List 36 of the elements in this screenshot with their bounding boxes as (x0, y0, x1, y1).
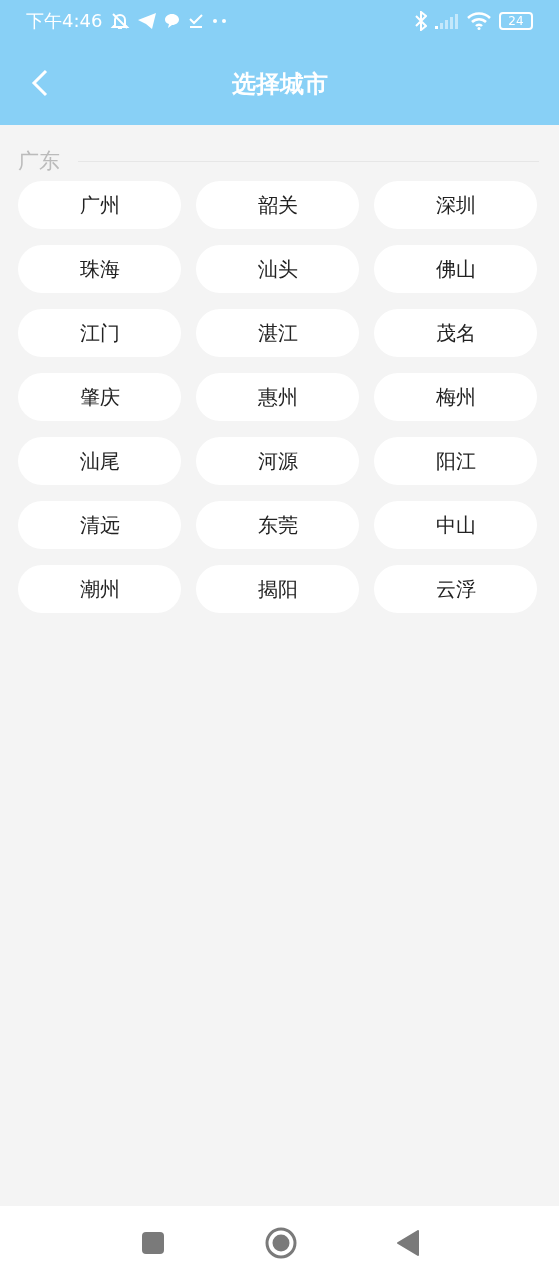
city-button[interactable]: 河源 (196, 437, 359, 485)
wifi-icon (467, 12, 491, 30)
city-button[interactable]: 惠州 (196, 373, 359, 421)
status-time: 下午4:46 (26, 9, 103, 33)
city-button[interactable]: 江门 (18, 309, 181, 357)
city-button[interactable]: 东莞 (196, 501, 359, 549)
city-button[interactable]: 中山 (374, 501, 537, 549)
recents-button[interactable] (140, 1231, 165, 1255)
paper-plane-icon (138, 13, 157, 29)
section-title: 广东 (18, 148, 60, 175)
city-button[interactable]: 茂名 (374, 309, 537, 357)
bluetooth-icon (415, 11, 427, 31)
download-check-icon (188, 13, 205, 29)
battery-level: 24 (499, 12, 533, 30)
city-button[interactable]: 佛山 (374, 245, 537, 293)
city-button[interactable]: 清远 (18, 501, 181, 549)
city-button[interactable]: 肇庆 (18, 373, 181, 421)
page-title: 选择城市 (231, 68, 328, 100)
city-button[interactable]: 广州 (18, 181, 181, 229)
city-button[interactable]: 揭阳 (196, 565, 359, 613)
city-button[interactable]: 潮州 (18, 565, 181, 613)
back-nav-button[interactable] (396, 1230, 419, 1256)
more-dots-icon (212, 18, 229, 24)
city-button[interactable]: 阳江 (374, 437, 537, 485)
chat-bubble-icon (164, 13, 181, 29)
city-button[interactable]: 梅州 (374, 373, 537, 421)
city-button[interactable]: 汕头 (196, 245, 359, 293)
city-button[interactable]: 湛江 (196, 309, 359, 357)
signal-icon (435, 13, 459, 29)
city-button[interactable]: 韶关 (196, 181, 359, 229)
home-button[interactable] (264, 1227, 297, 1259)
city-button[interactable]: 云浮 (374, 565, 537, 613)
city-button[interactable]: 汕尾 (18, 437, 181, 485)
city-button[interactable]: 深圳 (374, 181, 537, 229)
muted-bell-icon (110, 11, 131, 31)
city-button[interactable]: 珠海 (18, 245, 181, 293)
